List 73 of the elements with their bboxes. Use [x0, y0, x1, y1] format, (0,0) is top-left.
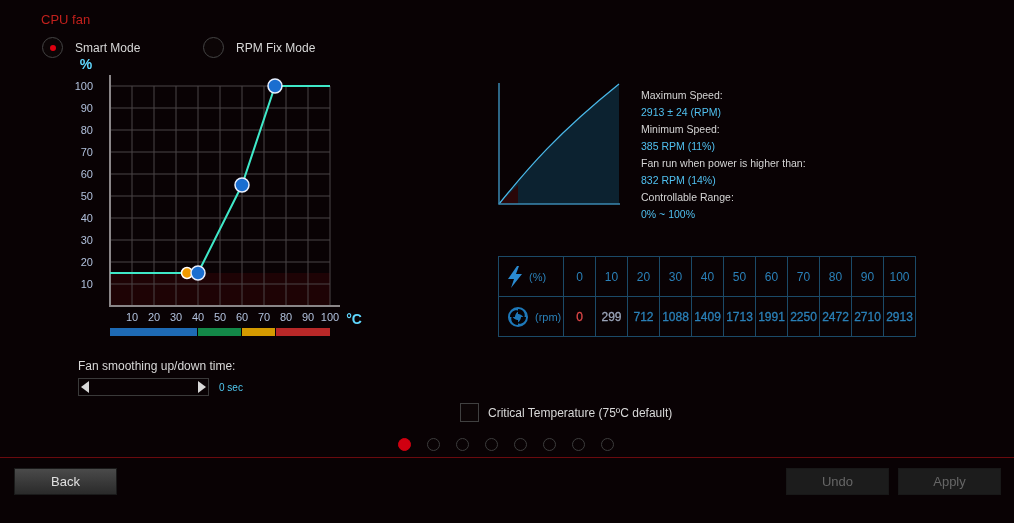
y-tick-label: 60: [80, 168, 93, 180]
smoothing-slider[interactable]: [78, 378, 209, 396]
table-cell: 50: [723, 256, 756, 297]
smoothing-label: Fan smoothing up/down time:: [78, 359, 236, 373]
y-tick-label: 70: [80, 146, 93, 158]
rpm-unit: (rpm): [535, 310, 562, 323]
info-label: Controllable Range:: [641, 190, 734, 205]
info-label: Minimum Speed:: [641, 122, 720, 137]
info-label: Fan run when power is higher than:: [641, 156, 806, 171]
page-dot[interactable]: [398, 438, 411, 451]
x-tick-label: 50: [213, 311, 227, 323]
fan-icon: [507, 305, 529, 328]
y-tick-label: 30: [80, 234, 93, 246]
rpm-value: 299: [601, 309, 622, 324]
checkbox[interactable]: [460, 403, 479, 422]
rpm-value: 2250: [790, 309, 817, 324]
radio-label[interactable]: RPM Fix Mode: [236, 40, 316, 55]
y-tick-label: 50: [80, 190, 93, 202]
rpm-value: 1713: [726, 309, 753, 324]
rpm-value: 2710: [854, 309, 881, 324]
table-cell: 40: [691, 256, 724, 297]
rpm-value: 2472: [822, 309, 849, 324]
y-tick-label: 40: [80, 212, 93, 224]
axis-unit-label: %: [79, 56, 93, 72]
x-tick-label: 90: [301, 311, 315, 323]
curve-point-handle[interactable]: [267, 78, 283, 94]
x-tick-label: 20: [147, 311, 161, 323]
rpm-value: 712: [633, 309, 654, 324]
table-cell: 60: [755, 256, 788, 297]
x-tick-label: 80: [279, 311, 293, 323]
x-tick-label: 30: [169, 311, 183, 323]
footer-button[interactable]: Back: [14, 468, 117, 495]
info-value: 2913 ± 24 (RPM): [641, 105, 721, 120]
info-value: 385 RPM (11%): [641, 139, 715, 154]
rpm-value: 0: [576, 309, 583, 324]
curve-point-handle[interactable]: [234, 177, 250, 193]
y-tick-label: 100: [74, 80, 93, 92]
rpm-value: 2913: [886, 309, 913, 324]
y-tick-label: 80: [80, 124, 93, 136]
section-title: CPU fan: [41, 12, 91, 28]
right-arrow-icon[interactable]: [198, 381, 206, 393]
lightning-icon: [507, 265, 523, 288]
table-cell: 90: [851, 256, 884, 297]
radio-button[interactable]: [42, 37, 63, 58]
x-tick-label: 70: [257, 311, 271, 323]
smoothing-value: 0 sec: [219, 381, 243, 393]
y-tick-label: 90: [80, 102, 93, 114]
rpm-value: 1409: [694, 309, 721, 324]
radio-button[interactable]: [203, 37, 224, 58]
left-arrow-icon[interactable]: [81, 381, 89, 393]
curve-point-handle[interactable]: [190, 265, 206, 281]
x-tick-label: 40: [191, 311, 205, 323]
x-tick-label: 60: [235, 311, 249, 323]
x-tick-label: 10: [125, 311, 139, 323]
table-cell: 100: [883, 256, 916, 297]
table-cell: 20: [627, 256, 660, 297]
radio-label[interactable]: Smart Mode: [75, 40, 141, 55]
table-cell: 30: [659, 256, 692, 297]
rpm-value: 1991: [758, 309, 785, 324]
rpm-value: 1088: [662, 309, 689, 324]
checkbox-label[interactable]: Critical Temperature (75ºC default): [488, 405, 673, 420]
info-value: 832 RPM (14%): [641, 173, 716, 188]
y-tick-label: 20: [80, 256, 93, 268]
table-cell: 10: [595, 256, 628, 297]
power-unit: (%): [529, 270, 547, 283]
y-tick-label: 10: [80, 278, 93, 290]
info-value: 0% ~ 100%: [641, 207, 695, 222]
table-cell: 0: [563, 256, 596, 297]
info-label: Maximum Speed:: [641, 88, 723, 103]
table-cell: 70: [787, 256, 820, 297]
table-cell: 80: [819, 256, 852, 297]
axis-unit-label: °C: [346, 311, 362, 327]
x-tick-label: 100: [320, 311, 340, 323]
